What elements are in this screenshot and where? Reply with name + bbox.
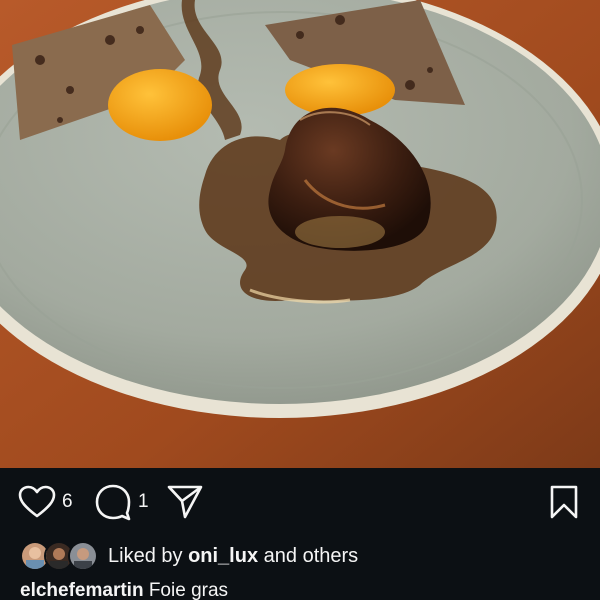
liked-by-row[interactable]: Liked by oni_lux and others xyxy=(20,540,358,572)
save-button[interactable] xyxy=(548,482,580,522)
comments-count[interactable]: 1 xyxy=(138,491,149,513)
caption-username[interactable]: elchefemartin xyxy=(20,580,144,600)
action-bar: 6 1 xyxy=(0,482,600,522)
comment-bubble-icon xyxy=(94,483,132,521)
heart-outline-icon xyxy=(18,485,56,519)
liked-by-username[interactable]: oni_lux xyxy=(188,545,258,567)
post-footer: 6 1 Liked by oni_lux and others elchefem… xyxy=(0,468,600,600)
post-caption: elchefemartin Foie gras xyxy=(20,580,228,600)
avatar xyxy=(68,541,98,571)
liked-by-suffix[interactable]: and others xyxy=(264,545,359,567)
paper-plane-icon xyxy=(166,483,204,521)
like-button[interactable]: 6 xyxy=(18,482,73,522)
liked-by-prefix: Liked by xyxy=(108,544,183,567)
liked-by-text: Liked by oni_lux and others xyxy=(108,545,358,568)
share-button[interactable] xyxy=(166,482,204,522)
food-photo-illustration xyxy=(0,0,600,468)
comment-button[interactable]: 1 xyxy=(94,482,149,522)
post-photo[interactable] xyxy=(0,0,600,468)
bookmark-outline-icon xyxy=(548,484,580,520)
likes-count[interactable]: 6 xyxy=(62,491,73,513)
liker-avatars xyxy=(20,541,102,571)
caption-text: Foie gras xyxy=(148,580,229,600)
